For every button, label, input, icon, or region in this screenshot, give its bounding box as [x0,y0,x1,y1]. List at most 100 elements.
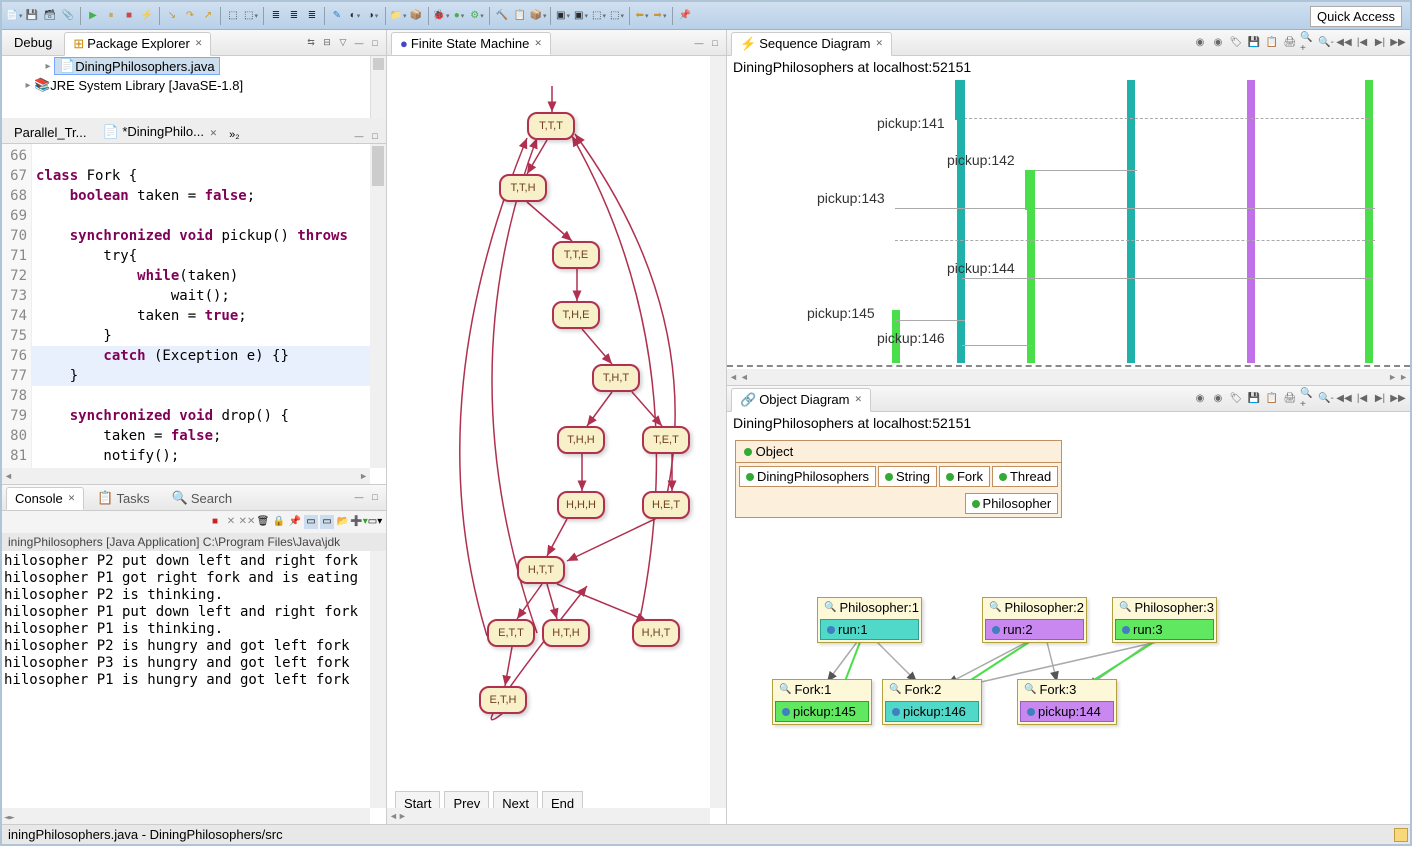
print-icon[interactable]: 🖨 [1282,391,1298,407]
ext-icon[interactable]: ⚙ [469,8,485,24]
frame-icon[interactable]: ⬚ [225,8,241,24]
lock-icon[interactable]: 🔒 [272,515,286,529]
print-icon[interactable]: 🖨 [1282,35,1298,51]
max-icon[interactable]: □ [368,490,382,504]
seq-canvas[interactable]: DiningPhilosophers at localhost:52151 pi… [727,56,1410,386]
dd-icon[interactable]: ▭▾ [368,515,382,529]
obj-node[interactable]: 🔍Philosopher:1 run:1 [817,597,922,643]
last-icon[interactable]: ▶▶ [1390,35,1406,51]
class-chip[interactable]: String [878,466,937,487]
class-chip[interactable]: Fork [939,466,990,487]
obj-node[interactable]: 🔍Fork:3 pickup:144 [1017,679,1117,725]
expander-icon[interactable]: ▸ [22,80,34,91]
class-chip[interactable]: Philosopher [965,493,1059,514]
close-icon[interactable]: ✕ [855,394,863,405]
console-tab[interactable]: Console✕ [6,487,84,510]
fwd-icon[interactable]: ➡ [652,8,668,24]
play2-icon[interactable]: ◉ [1210,391,1226,407]
seq-tab[interactable]: ⚡ Sequence Diagram ✕ [731,32,892,56]
clear-icon[interactable]: 🗑 [256,515,270,529]
pause-icon[interactable]: ⏸ [103,8,119,24]
play1-icon[interactable]: ◉ [1192,391,1208,407]
play1-icon[interactable]: ◉ [1192,35,1208,51]
obj-tab[interactable]: 🔗 Object Diagram ✕ [731,388,871,412]
flag-icon[interactable]: 🏷 [1228,391,1244,407]
obj-node[interactable]: 🔍Fork:1 pickup:145 [772,679,872,725]
scrollbar-vertical[interactable] [370,551,386,809]
copy-icon[interactable]: 📋 [1264,35,1280,51]
editor-tab-2[interactable]: 📄 *DiningPhilo... ✕ [95,121,226,143]
collapse-icon[interactable]: ⇆ [304,36,318,50]
filter2-icon[interactable]: ≣ [286,8,302,24]
close-icon[interactable]: ✕ [534,38,542,49]
previ-icon[interactable]: |◀ [1354,35,1370,51]
open-icon[interactable]: 📂 [336,515,350,529]
play2-icon[interactable]: ◉ [1210,35,1226,51]
zoomin-icon[interactable]: 🔍+ [1300,35,1316,51]
fsm-node[interactable]: T,H,T [592,364,640,392]
step-over-icon[interactable]: ↷ [182,8,198,24]
nexti-icon[interactable]: ▶| [1372,35,1388,51]
scrollbar-vertical[interactable] [710,56,726,808]
obj-canvas[interactable]: DiningPhilosophers at localhost:52151 Ob… [727,412,1410,824]
scrollbar-vertical[interactable] [370,144,386,468]
zoomin-icon[interactable]: 🔍+ [1300,391,1316,407]
resume-icon[interactable]: ▶ [85,8,101,24]
max-icon[interactable]: □ [708,36,722,50]
expander-icon[interactable]: ▸ [42,61,54,72]
code-editor[interactable]: 666768697071727374757677787980818283 cla… [2,144,386,484]
save-icon[interactable]: 💾 [1246,391,1262,407]
zoomout-icon[interactable]: 🔍- [1318,35,1334,51]
fsm-node[interactable]: T,E,T [642,426,690,454]
search-tab[interactable]: 🔍 Search [163,486,241,510]
fsm-node[interactable]: T,T,T [527,112,575,140]
first-icon[interactable]: ◀◀ [1336,391,1352,407]
display-icon[interactable]: ▭ [304,515,318,529]
close-icon[interactable]: ✕ [875,38,883,49]
build3-icon[interactable]: 📦 [530,8,546,24]
fsm-canvas[interactable]: T,T,T T,T,H T,T,E T,H,E T,H,T T,H,H T,E,… [387,56,726,824]
run-icon[interactable]: ● [451,8,467,24]
previ-icon[interactable]: |◀ [1354,391,1370,407]
class-chip[interactable]: Thread [992,466,1058,487]
scrollbar-vertical[interactable] [370,56,386,118]
fsm-tab[interactable]: ● Finite State Machine ✕ [391,32,551,55]
obj-node[interactable]: 🔍Philosopher:2 run:2 [982,597,1087,643]
scrollbar-horizontal[interactable] [2,808,370,824]
tree-row[interactable]: ▸ 📚 JRE System Library [JavaSE-1.8] [2,76,386,94]
filter3-icon[interactable]: ≣ [304,8,320,24]
more-tabs[interactable]: »₂ [225,127,243,143]
nav4-icon[interactable]: ⬚ [609,8,625,24]
menu-icon[interactable]: ▽ [336,36,350,50]
min-icon[interactable]: — [352,129,366,143]
stop-icon[interactable]: ■ [208,515,222,529]
fsm-node[interactable]: E,T,H [479,686,527,714]
first-icon[interactable]: ◀◀ [1336,35,1352,51]
save-icon[interactable]: 💾 [1246,35,1262,51]
pencil-icon[interactable]: ✎ [329,8,345,24]
tree-row[interactable]: ▸ 📄 DiningPhilosophers.java [2,56,386,76]
min-icon[interactable]: — [352,36,366,50]
scrollbar-horizontal[interactable] [2,468,370,484]
link-icon[interactable]: ⊟ [320,36,334,50]
min-icon[interactable]: — [352,490,366,504]
zoomout-icon[interactable]: 🔍- [1318,391,1334,407]
class-chip[interactable]: DiningPhilosophers [739,466,876,487]
save-all-icon[interactable]: 🗃 [42,8,58,24]
pin-icon[interactable]: 📌 [677,8,693,24]
stop-icon[interactable]: ■ [121,8,137,24]
tasks-tab[interactable]: 📋 Tasks [88,486,158,510]
disconnect-icon[interactable]: ⚡ [139,8,155,24]
filter1-icon[interactable]: ≣ [268,8,284,24]
close-icon[interactable]: ✕ [68,493,76,504]
obj-node[interactable]: 🔍Fork:2 pickup:146 [882,679,982,725]
save-icon[interactable]: 💾 [24,8,40,24]
scrollbar-horizontal[interactable]: ◄► [727,369,1410,385]
max-icon[interactable]: □ [368,129,382,143]
step-return-icon[interactable]: ↗ [200,8,216,24]
nav1-icon[interactable]: ▣ [555,8,571,24]
debug-icon[interactable]: 🐞 [433,8,449,24]
fsm-node[interactable]: H,T,T [517,556,565,584]
drop-icon[interactable]: ⬚ [243,8,259,24]
notification-icon[interactable] [1394,828,1408,842]
